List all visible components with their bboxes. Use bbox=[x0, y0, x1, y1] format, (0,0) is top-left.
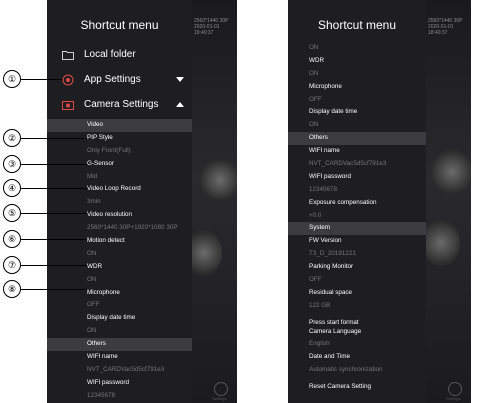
video-timestamp: 2560*1440 30P 2020-01-01 18:40:37 bbox=[428, 18, 463, 36]
setting-value-on: ON bbox=[309, 121, 319, 129]
setting-value-122-gb: 122 GB bbox=[309, 301, 331, 309]
settings-icon[interactable] bbox=[448, 382, 462, 396]
setting-display-date-time[interactable]: Display date time bbox=[288, 106, 426, 119]
left-shortcut-menu: Shortcut menu Local folder App Settings … bbox=[47, 0, 192, 403]
setting-wifi-password[interactable]: WIFI password bbox=[288, 171, 426, 184]
setting-wifi-name[interactable]: WIFI name bbox=[288, 145, 426, 158]
app-settings-icon bbox=[62, 74, 74, 86]
callout-leader-line-7 bbox=[21, 265, 87, 266]
settings-label: Settings bbox=[446, 396, 461, 401]
setting-wdr[interactable]: WDR bbox=[47, 261, 192, 274]
section-header-video: Video bbox=[47, 119, 192, 132]
camera-settings-list: Video PIP Style Only Front(Full) G-Sensor Mi… bbox=[47, 119, 192, 403]
settings-list-scrolled: ON WDR ON Microphone OFF Display date time ON O… bbox=[288, 42, 426, 390]
camera-settings-label: Camera Settings bbox=[84, 99, 159, 110]
right-shortcut-menu: Shortcut menu ON WDR ON Microphone OFF Displa… bbox=[288, 0, 426, 403]
setting-value-on: ON bbox=[87, 275, 97, 283]
callout-leader-line-3 bbox=[21, 164, 87, 165]
setting-microphone[interactable]: Microphone bbox=[288, 81, 426, 94]
local-folder-label: Local folder bbox=[84, 49, 136, 60]
callout-marker-4: ④ bbox=[3, 179, 21, 197]
setting-video-loop-record[interactable]: Video Loop Record bbox=[47, 183, 192, 196]
setting-value-0-0: +0.0 bbox=[309, 211, 322, 219]
setting-value-on: ON bbox=[309, 44, 319, 51]
setting-motion-detect[interactable]: Motion detect bbox=[47, 235, 192, 248]
settings-icon[interactable] bbox=[214, 382, 228, 396]
local-folder-item[interactable]: Local folder bbox=[47, 44, 192, 68]
setting-parking-monitor[interactable]: Parking Monitor bbox=[288, 261, 426, 274]
setting-value-on: ON bbox=[87, 327, 97, 335]
setting-value-t3-d-20191221: T3_D_20191221 bbox=[309, 250, 356, 258]
setting-video-resolution[interactable]: Video resolution bbox=[47, 209, 192, 222]
callout-marker-6: ⑥ bbox=[3, 230, 21, 248]
setting-fw-version[interactable]: FW Version bbox=[288, 235, 426, 248]
section-header-others: Others bbox=[288, 132, 426, 146]
setting-exposure-compensation[interactable]: Exposure compensation bbox=[288, 197, 426, 210]
callout-marker-7: ⑦ bbox=[3, 256, 21, 274]
chevron-up-icon bbox=[176, 102, 184, 107]
setting-value-only-front-full: Only Front(Full) bbox=[87, 146, 131, 154]
setting-date-and-time[interactable]: Date and Time bbox=[288, 351, 426, 364]
setting-value-english: English bbox=[309, 340, 330, 348]
callout-leader-line-6 bbox=[21, 239, 87, 240]
callout-marker-1: ① bbox=[3, 70, 21, 88]
setting-value-off: OFF bbox=[87, 301, 100, 309]
right-video-preview: 2560*1440 30P 2020-01-01 18:40:37 Settin… bbox=[426, 0, 471, 403]
setting-value-12345678: 12345678 bbox=[309, 185, 338, 193]
section-header-system: System bbox=[288, 222, 426, 236]
callout-leader-line-4 bbox=[21, 188, 87, 189]
setting-value-on: ON bbox=[309, 69, 319, 77]
settings-label: Settings bbox=[212, 396, 227, 401]
setting-value-nvt-cardvac5d5cf791e3: NVT_CARDVac5d5cf791e3 bbox=[87, 365, 165, 373]
app-settings-item[interactable]: App Settings bbox=[47, 69, 192, 93]
setting-display-date-time[interactable]: Display date time bbox=[47, 312, 192, 325]
callout-marker-5: ⑤ bbox=[3, 204, 21, 222]
callout-leader-line-2 bbox=[21, 138, 87, 139]
video-timestamp: 2560*1440 30P 2020-01-01 18:40:37 bbox=[194, 18, 229, 36]
chevron-down-icon bbox=[176, 77, 184, 82]
setting-wifi-password[interactable]: WIFI password bbox=[47, 377, 192, 390]
setting-value-mid: Mid bbox=[87, 172, 98, 180]
setting-residual-space[interactable]: Residual space bbox=[288, 287, 426, 300]
app-settings-label: App Settings bbox=[84, 74, 141, 85]
section-header-others: Others bbox=[47, 338, 192, 352]
callout-marker-8: ⑧ bbox=[3, 280, 21, 298]
callout-leader-line-1 bbox=[21, 79, 62, 80]
right-menu-title: Shortcut menu bbox=[317, 18, 397, 32]
callout-leader-line-8 bbox=[21, 289, 87, 290]
callout-marker-3: ③ bbox=[3, 155, 21, 173]
folder-icon bbox=[62, 51, 74, 60]
setting-value-off: OFF bbox=[309, 276, 322, 284]
setting-wdr[interactable]: WDR bbox=[288, 55, 426, 68]
setting-value-3min: 3min bbox=[87, 198, 101, 206]
left-video-preview: 2560*1440 30P 2020-01-01 18:40:37 Settin… bbox=[192, 0, 237, 403]
camera-icon bbox=[62, 101, 74, 110]
setting-camera-language[interactable]: Camera Language bbox=[288, 326, 426, 339]
setting-value-nvt-cardvac5d5cf791e3: NVT_CARDVac5d5cf791e3 bbox=[309, 160, 387, 168]
callout-leader-line-5 bbox=[21, 213, 87, 214]
camera-settings-item[interactable]: Camera Settings bbox=[47, 94, 192, 118]
setting-value-automatic-synchronization: Automatic synchronization bbox=[309, 366, 383, 374]
setting-value-off: OFF bbox=[309, 95, 322, 103]
setting-value-12345678: 12345678 bbox=[87, 391, 116, 399]
setting-value-2560-1440-30p-1920-1080-30p: 2560*1440 30P+1920*1080 30P bbox=[87, 224, 178, 232]
setting-value-on: ON bbox=[87, 249, 97, 257]
setting-reset-camera-setting[interactable]: Reset Camera Setting bbox=[288, 377, 426, 390]
callout-marker-2: ② bbox=[3, 129, 21, 147]
setting-wifi-name[interactable]: WIFI name bbox=[47, 351, 192, 364]
setting-press-start-format[interactable]: Press start format bbox=[288, 313, 426, 326]
left-menu-title: Shortcut menu bbox=[80, 18, 159, 32]
